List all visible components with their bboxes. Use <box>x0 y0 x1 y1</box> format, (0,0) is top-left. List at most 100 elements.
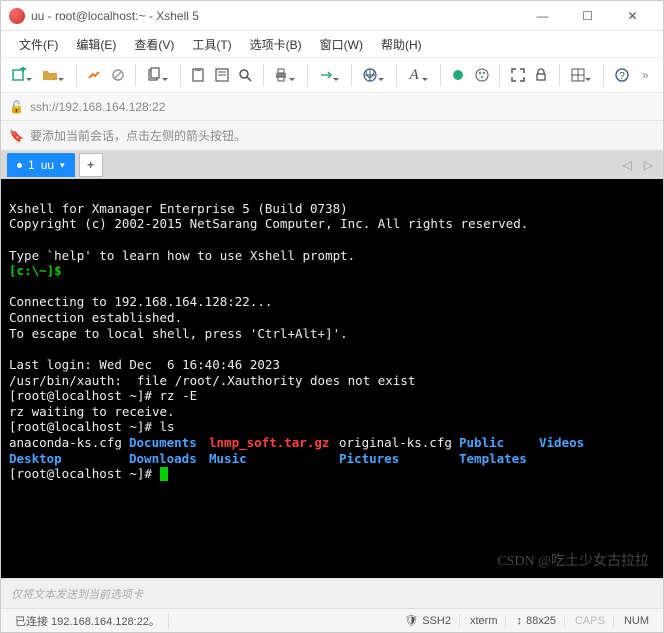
menu-file[interactable]: 文件(F) <box>13 34 64 55</box>
app-icon <box>9 8 25 24</box>
new-session-button[interactable] <box>9 64 28 86</box>
watermark: CSDN @吃土少女古拉拉 <box>497 553 649 571</box>
separator <box>76 64 77 86</box>
ls-item: Public <box>459 435 539 451</box>
layout-button[interactable] <box>568 64 587 86</box>
transfer-button[interactable] <box>316 64 335 86</box>
banner-line: Xshell for Xmanager Enterprise 5 (Build … <box>9 201 348 216</box>
toolbar: A ? » <box>1 57 663 93</box>
prompt-3: [root@localhost ~]# <box>9 466 160 481</box>
ls-item: Music <box>209 451 339 467</box>
shield-icon: 🛡 <box>404 614 418 627</box>
prompt-2: [root@localhost ~]# <box>9 419 160 434</box>
toolbar-overflow[interactable]: » <box>636 64 655 86</box>
ls-item: Downloads <box>129 451 209 467</box>
hint-text: 要添加当前会话，点击左侧的箭头按钮。 <box>30 127 246 144</box>
separator <box>499 64 500 86</box>
find-button[interactable] <box>235 64 254 86</box>
lock-icon-button[interactable] <box>532 64 551 86</box>
cursor <box>160 467 168 481</box>
menu-options[interactable]: 选项卡(B) <box>244 34 308 55</box>
resize-icon: ↕ <box>516 615 522 627</box>
tab-add-button[interactable]: + <box>79 153 103 177</box>
paste-button[interactable] <box>189 64 208 86</box>
menu-tools[interactable]: 工具(T) <box>186 34 237 55</box>
xauth-line: /usr/bin/xauth: file /root/.Xauthority d… <box>9 373 415 388</box>
status-bar: 已连接 192.168.164.128:22。 🛡SSH2 xterm ↕88x… <box>1 608 663 632</box>
menu-edit[interactable]: 编辑(E) <box>70 34 122 55</box>
ls-item: original-ks.cfg <box>339 435 459 451</box>
connecting-line: Connecting to 192.168.164.128:22... <box>9 294 272 309</box>
status-size: ↕88x25 <box>508 615 564 627</box>
print-button[interactable] <box>272 64 291 86</box>
type-help-line: Type `help' to learn how to use Xshell p… <box>9 248 355 263</box>
title-bar: uu - root@localhost:~ - Xshell 5 — ☐ ✕ <box>1 1 663 31</box>
protocol-icon: 🔓 <box>9 100 24 114</box>
disconnect-button[interactable] <box>108 64 127 86</box>
separator <box>440 64 441 86</box>
address-input[interactable]: ssh://192.168.164.128:22 <box>30 100 655 114</box>
tab-prev-icon[interactable]: ◁ <box>619 158 636 172</box>
ls-item: lnmp_soft.tar.gz <box>209 435 339 451</box>
separator <box>351 64 352 86</box>
menu-help[interactable]: 帮助(H) <box>375 34 428 55</box>
cmd-1: rz -E <box>160 388 198 403</box>
cmd-2: ls <box>160 419 175 434</box>
status-term: xterm <box>462 615 507 627</box>
separator <box>396 64 397 86</box>
tab-active[interactable]: 1 uu ▾ <box>7 153 75 177</box>
separator <box>307 64 308 86</box>
status-num: NUM <box>616 615 657 627</box>
compose-input[interactable]: 仅将文本发送到当前选项卡 <box>1 578 663 608</box>
ls-item: Videos <box>539 435 584 450</box>
tab-label: uu <box>41 158 54 172</box>
palette-button[interactable] <box>472 64 491 86</box>
lastlogin-line: Last login: Wed Dec 6 16:40:46 2023 <box>9 357 280 372</box>
ls-item: Documents <box>129 435 209 451</box>
maximize-button[interactable]: ☐ <box>565 1 610 31</box>
window-title: uu - root@localhost:~ - Xshell 5 <box>31 9 520 23</box>
tab-bar: 1 uu ▾ + ◁ ▷ <box>1 151 663 179</box>
tab-status-icon <box>17 163 22 168</box>
tab-next-icon[interactable]: ▷ <box>640 158 657 172</box>
address-bar: 🔓 ssh://192.168.164.128:22 <box>1 93 663 121</box>
separator <box>559 64 560 86</box>
help-icon[interactable]: ? <box>612 64 631 86</box>
separator <box>135 64 136 86</box>
tab-dropdown-icon[interactable]: ▾ <box>60 160 65 171</box>
rz-wait-line: rz waiting to receive. <box>9 404 175 419</box>
separator <box>263 64 264 86</box>
menu-bar: 文件(F) 编辑(E) 查看(V) 工具(T) 选项卡(B) 窗口(W) 帮助(… <box>1 31 663 57</box>
tab-index: 1 <box>28 158 35 172</box>
bookmark-icon[interactable]: 🔖 <box>9 129 24 143</box>
reconnect-button[interactable] <box>85 64 104 86</box>
globe-button[interactable] <box>360 64 379 86</box>
local-prompt: [c:\~]$ <box>9 263 62 278</box>
font-button[interactable]: A <box>404 64 423 86</box>
ls-item: Desktop <box>9 451 129 467</box>
established-line: Connection established. <box>9 310 182 325</box>
status-ssh: 🛡SSH2 <box>396 614 460 627</box>
ls-item: Templates <box>459 451 527 466</box>
ls-item: anaconda-ks.cfg <box>9 435 129 451</box>
properties-button[interactable] <box>212 64 231 86</box>
close-button[interactable]: ✕ <box>610 1 655 31</box>
escape-line: To escape to local shell, press 'Ctrl+Al… <box>9 326 348 341</box>
separator <box>603 64 604 86</box>
fullscreen-button[interactable] <box>508 64 527 86</box>
menu-view[interactable]: 查看(V) <box>128 34 180 55</box>
copy-button[interactable] <box>144 64 163 86</box>
banner-copyright: Copyright (c) 2002-2015 NetSarang Comput… <box>9 216 528 231</box>
svg-text:?: ? <box>619 71 625 82</box>
prompt-1: [root@localhost ~]# <box>9 388 160 403</box>
status-connected: 已连接 192.168.164.128:22。 <box>7 613 169 629</box>
status-caps: CAPS <box>567 615 614 627</box>
menu-window[interactable]: 窗口(W) <box>314 34 369 55</box>
color-button[interactable] <box>449 64 468 86</box>
hint-bar: 🔖 要添加当前会话，点击左侧的箭头按钮。 <box>1 121 663 151</box>
ls-item: Pictures <box>339 451 459 467</box>
open-session-button[interactable] <box>40 64 59 86</box>
terminal[interactable]: Xshell for Xmanager Enterprise 5 (Build … <box>1 179 663 578</box>
minimize-button[interactable]: — <box>520 1 565 31</box>
separator <box>180 64 181 86</box>
